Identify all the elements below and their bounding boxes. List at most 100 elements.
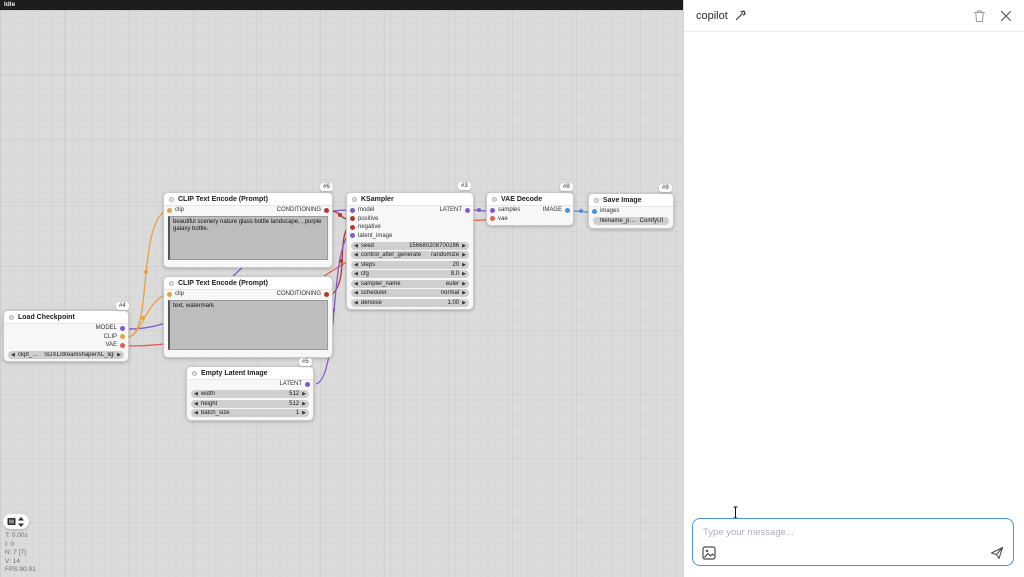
stepper-right-icon[interactable]: ▶ xyxy=(462,251,466,259)
slot-dot[interactable] xyxy=(350,216,355,221)
collapse-dot-icon[interactable] xyxy=(594,198,599,203)
widget-scheduler[interactable]: ◀schedulernormal▶ xyxy=(351,289,469,297)
collapse-dot-icon[interactable] xyxy=(352,197,357,202)
output-slot-image[interactable]: IMAGE xyxy=(543,207,570,213)
stepper-left-icon[interactable]: ◀ xyxy=(194,390,198,398)
output-slot-vae[interactable]: VAE xyxy=(105,342,125,348)
widget-ckpt-name[interactable]: ◀ckpt_nameSDXL/dreamshaperXL_light...▶ xyxy=(8,351,124,359)
canvas-toolbar[interactable] xyxy=(3,514,29,529)
prompt-textarea[interactable]: beautiful scenery nature glass bottle la… xyxy=(168,216,328,260)
widget-cfg[interactable]: ◀cfg8.0▶ xyxy=(351,270,469,278)
widget-steps[interactable]: ◀steps20▶ xyxy=(351,261,469,269)
stepper-left-icon[interactable]: ◀ xyxy=(194,400,198,408)
widget-seed[interactable]: ◀seed156680208700286▶ xyxy=(351,242,469,250)
input-slot-clip[interactable]: clip xyxy=(167,207,184,213)
node-save-image[interactable]: Save Image images filename_prefixComfyUI xyxy=(588,193,674,229)
node-empty-latent-image[interactable]: Empty Latent Image LATENT ◀width512▶ ◀he… xyxy=(186,366,314,421)
node-title-bar[interactable]: VAE Decode xyxy=(487,193,573,206)
node-graph-canvas[interactable]: #6 #3 #8 #9 #4 #5 CLIP Text Encode (Prom… xyxy=(0,10,683,577)
message-input-box[interactable] xyxy=(692,518,1014,566)
input-slot-images[interactable]: images xyxy=(592,208,619,214)
stepper-right-icon[interactable]: ▶ xyxy=(462,289,466,297)
image-upload-icon[interactable] xyxy=(702,546,716,560)
output-slot-conditioning[interactable]: CONDITIONING xyxy=(277,291,329,297)
collapse-dot-icon[interactable] xyxy=(169,281,174,286)
close-icon[interactable] xyxy=(1000,10,1012,22)
input-slot-negative[interactable]: negative xyxy=(350,224,381,230)
stepper-right-icon[interactable]: ▶ xyxy=(302,390,306,398)
stepper-right-icon[interactable]: ▶ xyxy=(462,280,466,288)
node-load-checkpoint[interactable]: Load Checkpoint MODEL CLIP VAE ◀ckpt_nam… xyxy=(3,310,129,362)
node-title-bar[interactable]: Empty Latent Image xyxy=(187,367,313,380)
stepper-left-icon[interactable]: ◀ xyxy=(354,299,358,307)
node-title-bar[interactable]: CLIP Text Encode (Prompt) xyxy=(164,277,332,290)
output-slot-latent[interactable]: LATENT xyxy=(279,381,310,387)
slot-dot[interactable] xyxy=(324,292,329,297)
stepper-right-icon[interactable]: ▶ xyxy=(462,299,466,307)
stepper-left-icon[interactable]: ◀ xyxy=(354,261,358,269)
node-title-bar[interactable]: KSampler xyxy=(347,193,473,206)
stepper-right-icon[interactable]: ▶ xyxy=(302,409,306,417)
slot-dot[interactable] xyxy=(350,233,355,238)
input-slot-positive[interactable]: positive xyxy=(350,216,378,222)
collapse-dot-icon[interactable] xyxy=(192,371,197,376)
slot-dot[interactable] xyxy=(465,208,470,213)
stepper-left-icon[interactable]: ◀ xyxy=(354,242,358,250)
node-title-bar[interactable]: Save Image xyxy=(589,194,673,207)
slot-dot[interactable] xyxy=(167,208,172,213)
widget-width[interactable]: ◀width512▶ xyxy=(191,390,309,398)
trash-icon[interactable] xyxy=(973,9,986,23)
input-slot-model[interactable]: model xyxy=(350,207,374,213)
collapse-dot-icon[interactable] xyxy=(9,315,14,320)
tool-icon[interactable] xyxy=(734,9,747,22)
stepper-left-icon[interactable]: ◀ xyxy=(354,251,358,259)
slot-dot[interactable] xyxy=(120,334,125,339)
collapse-dot-icon[interactable] xyxy=(169,197,174,202)
stepper-right-icon[interactable]: ▶ xyxy=(462,242,466,250)
slot-dot[interactable] xyxy=(350,225,355,230)
stepper-left-icon[interactable]: ◀ xyxy=(194,409,198,417)
arrows-vertical-icon[interactable] xyxy=(17,517,25,527)
input-slot-clip[interactable]: clip xyxy=(167,291,184,297)
slot-dot[interactable] xyxy=(350,208,355,213)
widget-control-after-generate[interactable]: ◀control_after_generaterandomize▶ xyxy=(351,251,469,259)
slot-dot[interactable] xyxy=(324,208,329,213)
stepper-right-icon[interactable]: ▶ xyxy=(117,351,121,359)
slot-dot[interactable] xyxy=(120,326,125,331)
widget-filename-prefix[interactable]: filename_prefixComfyUI xyxy=(593,217,669,225)
node-title-bar[interactable]: Load Checkpoint xyxy=(4,311,128,324)
output-slot-clip[interactable]: CLIP xyxy=(104,334,125,340)
collapse-dot-icon[interactable] xyxy=(492,197,497,202)
input-slot-vae[interactable]: vae xyxy=(490,216,508,222)
node-title-bar[interactable]: CLIP Text Encode (Prompt) xyxy=(164,193,332,206)
message-input[interactable] xyxy=(693,519,1013,547)
stepper-left-icon[interactable]: ◀ xyxy=(11,351,15,359)
stepper-left-icon[interactable]: ◀ xyxy=(354,280,358,288)
slot-dot[interactable] xyxy=(490,208,495,213)
output-slot-latent[interactable]: LATENT xyxy=(439,207,470,213)
input-slot-samples[interactable]: samples xyxy=(490,207,520,213)
node-ksampler[interactable]: KSampler model LATENT positive negative … xyxy=(346,192,474,310)
slot-dot[interactable] xyxy=(167,292,172,297)
slot-dot[interactable] xyxy=(592,209,597,214)
output-slot-conditioning[interactable]: CONDITIONING xyxy=(277,207,329,213)
input-slot-latent-image[interactable]: latent_image xyxy=(350,233,392,239)
widget-denoise[interactable]: ◀denoise1.00▶ xyxy=(351,299,469,307)
widget-height[interactable]: ◀height512▶ xyxy=(191,400,309,408)
output-slot-model[interactable]: MODEL xyxy=(96,325,125,331)
slot-dot[interactable] xyxy=(120,343,125,348)
node-clip-text-encode-negative[interactable]: CLIP Text Encode (Prompt) clip CONDITION… xyxy=(163,276,333,358)
send-icon[interactable] xyxy=(990,546,1004,560)
stepper-right-icon[interactable]: ▶ xyxy=(462,270,466,278)
prompt-textarea[interactable]: text, watermark xyxy=(168,300,328,350)
gallery-icon[interactable] xyxy=(7,517,16,526)
stepper-right-icon[interactable]: ▶ xyxy=(302,400,306,408)
widget-sampler-name[interactable]: ◀sampler_nameeuler▶ xyxy=(351,280,469,288)
slot-dot[interactable] xyxy=(490,216,495,221)
stepper-right-icon[interactable]: ▶ xyxy=(462,261,466,269)
slot-dot[interactable] xyxy=(565,208,570,213)
stepper-left-icon[interactable]: ◀ xyxy=(354,270,358,278)
slot-dot[interactable] xyxy=(305,382,310,387)
stepper-left-icon[interactable]: ◀ xyxy=(354,289,358,297)
node-clip-text-encode-positive[interactable]: CLIP Text Encode (Prompt) clip CONDITION… xyxy=(163,192,333,268)
